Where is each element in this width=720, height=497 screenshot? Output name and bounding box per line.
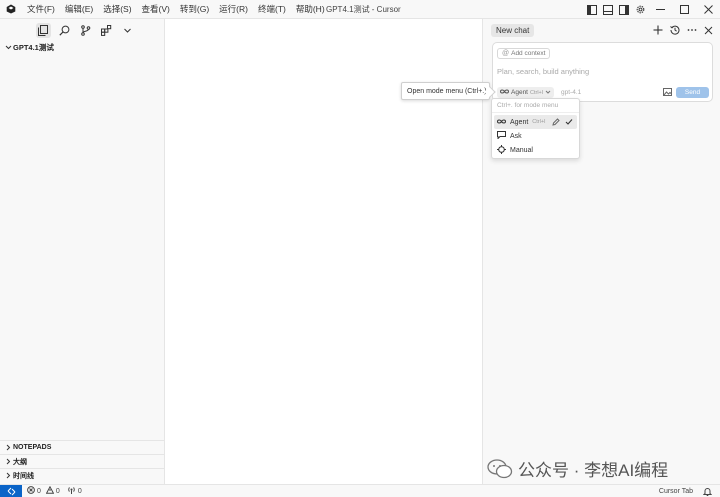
watermark: 公众号 · 李想AI编程 xyxy=(487,456,668,481)
more-options-icon[interactable] xyxy=(684,22,699,38)
ports-indicator[interactable]: 0 xyxy=(67,486,82,496)
infinity-icon xyxy=(496,119,507,126)
mode-menu-tooltip: Open mode menu (Ctrl+.) xyxy=(401,82,496,100)
workspace-folder-label: GPT4.1测试 xyxy=(13,43,54,52)
mode-shortcut: Ctrl+I xyxy=(530,89,544,96)
source-control-icon[interactable] xyxy=(78,23,93,38)
sidebar-section-timeline[interactable]: 时间线 xyxy=(0,468,165,482)
menu-bar: 文件(F) 编辑(E) 选择(S) 查看(V) 转到(G) 运行(R) 终端(T… xyxy=(22,0,330,19)
menu-run[interactable]: 运行(R) xyxy=(214,0,253,19)
cursor-logo-icon xyxy=(0,0,22,19)
error-icon xyxy=(27,486,35,496)
chevron-right-icon xyxy=(4,472,12,480)
menu-help[interactable]: 帮助(H) xyxy=(291,0,330,19)
mode-selector-button[interactable]: Agent Ctrl+I xyxy=(497,87,555,98)
mode-option-label: Agent xyxy=(510,118,529,126)
chat-tab[interactable]: New chat xyxy=(491,23,535,37)
close-icon[interactable] xyxy=(701,22,716,38)
error-count: 0 xyxy=(37,487,41,495)
chevron-down-icon xyxy=(4,44,12,52)
mode-menu: Ctrl+. for mode menu Agent Ctrl+I Ask Ma… xyxy=(491,98,580,159)
mode-option-label: Ask xyxy=(510,132,522,140)
window-title: GPT4.1测试 - Cursor xyxy=(326,5,401,14)
history-icon[interactable] xyxy=(667,22,682,38)
sidebar-section-label: NOTEPADS xyxy=(13,444,52,451)
chevron-down-icon[interactable] xyxy=(120,23,135,38)
explorer-files-icon[interactable] xyxy=(36,22,51,38)
menu-edit[interactable]: 编辑(E) xyxy=(60,0,98,19)
settings-gear-icon[interactable] xyxy=(632,0,648,19)
chat-input[interactable]: Plan, search, build anything xyxy=(497,67,589,76)
chat-panel: New chat @ Add context Plan, search, bui… xyxy=(482,19,720,484)
send-button-label: Send xyxy=(684,89,701,96)
tooltip-text: Open mode menu (Ctrl+.) xyxy=(407,87,487,95)
warning-icon xyxy=(45,485,55,496)
mode-menu-hint: Ctrl+. for mode menu xyxy=(492,99,579,113)
cursor-tab-status[interactable]: Cursor Tab xyxy=(659,488,693,495)
add-context-label: Add context xyxy=(511,50,546,57)
chevron-right-icon xyxy=(4,444,12,452)
edit-pencil-icon[interactable] xyxy=(552,118,560,128)
sidebar-section-notepads[interactable]: NOTEPADS xyxy=(0,440,165,454)
send-button[interactable]: Send xyxy=(676,87,709,98)
add-context-button[interactable]: @ Add context xyxy=(497,48,551,59)
at-sign-icon: @ xyxy=(502,50,510,57)
mode-option-agent[interactable]: Agent Ctrl+I xyxy=(494,115,577,129)
wechat-logo-icon xyxy=(487,458,513,479)
toggle-panel-icon[interactable] xyxy=(600,0,616,19)
close-window-icon[interactable] xyxy=(696,0,720,19)
chat-bubble-icon xyxy=(497,131,506,141)
maximize-icon[interactable] xyxy=(672,0,696,19)
toggle-secondary-sidebar-icon[interactable] xyxy=(616,0,632,19)
image-upload-icon[interactable] xyxy=(663,88,672,98)
new-chat-plus-icon[interactable] xyxy=(650,22,665,38)
infinity-icon xyxy=(499,89,510,96)
broadcast-icon xyxy=(67,486,76,496)
mode-label: Agent xyxy=(511,89,528,96)
checkmark-icon xyxy=(565,118,573,128)
menu-go[interactable]: 转到(G) xyxy=(175,0,214,19)
menu-view[interactable]: 查看(V) xyxy=(137,0,175,19)
toggle-primary-sidebar-icon[interactable] xyxy=(584,0,600,19)
mode-option-manual[interactable]: Manual xyxy=(492,143,579,157)
chevron-down-icon xyxy=(545,89,551,97)
ports-count: 0 xyxy=(77,487,82,495)
warning-count: 0 xyxy=(55,487,60,495)
remote-indicator-icon[interactable] xyxy=(0,485,22,497)
sidebar-section-label: 时间线 xyxy=(13,472,34,480)
menu-file[interactable]: 文件(F) xyxy=(22,0,60,19)
menu-selection[interactable]: 选择(S) xyxy=(98,0,136,19)
sidebar-toolbar xyxy=(0,19,164,41)
extensions-icon[interactable] xyxy=(99,23,114,38)
chat-composer: @ Add context Plan, search, build anythi… xyxy=(492,42,713,102)
sidebar-section-outline[interactable]: 大纲 xyxy=(0,454,165,468)
menu-terminal[interactable]: 终端(T) xyxy=(253,0,291,19)
mode-option-shortcut: Ctrl+I xyxy=(532,119,546,125)
crosshair-icon xyxy=(497,144,506,156)
watermark-text: 公众号 · 李想AI编程 xyxy=(518,461,669,480)
model-selector[interactable]: gpt-4.1 xyxy=(561,89,581,96)
mode-option-ask[interactable]: Ask xyxy=(492,129,579,143)
primary-sidebar: GPT4.1测试 NOTEPADS 大纲 时间线 xyxy=(0,19,165,484)
problems-indicator[interactable]: 0 0 xyxy=(27,485,60,496)
chevron-right-icon xyxy=(4,458,12,466)
notification-bell-icon[interactable] xyxy=(703,487,712,496)
minimize-icon[interactable] xyxy=(648,0,672,19)
mode-option-label: Manual xyxy=(510,146,533,154)
workspace-folder[interactable]: GPT4.1测试 xyxy=(0,41,164,54)
sidebar-section-label: 大纲 xyxy=(13,458,27,466)
title-bar: 文件(F) 编辑(E) 选择(S) 查看(V) 转到(G) 运行(R) 终端(T… xyxy=(0,0,720,19)
search-icon[interactable] xyxy=(57,23,72,38)
status-bar: 0 0 0 Cursor Tab xyxy=(0,484,720,497)
